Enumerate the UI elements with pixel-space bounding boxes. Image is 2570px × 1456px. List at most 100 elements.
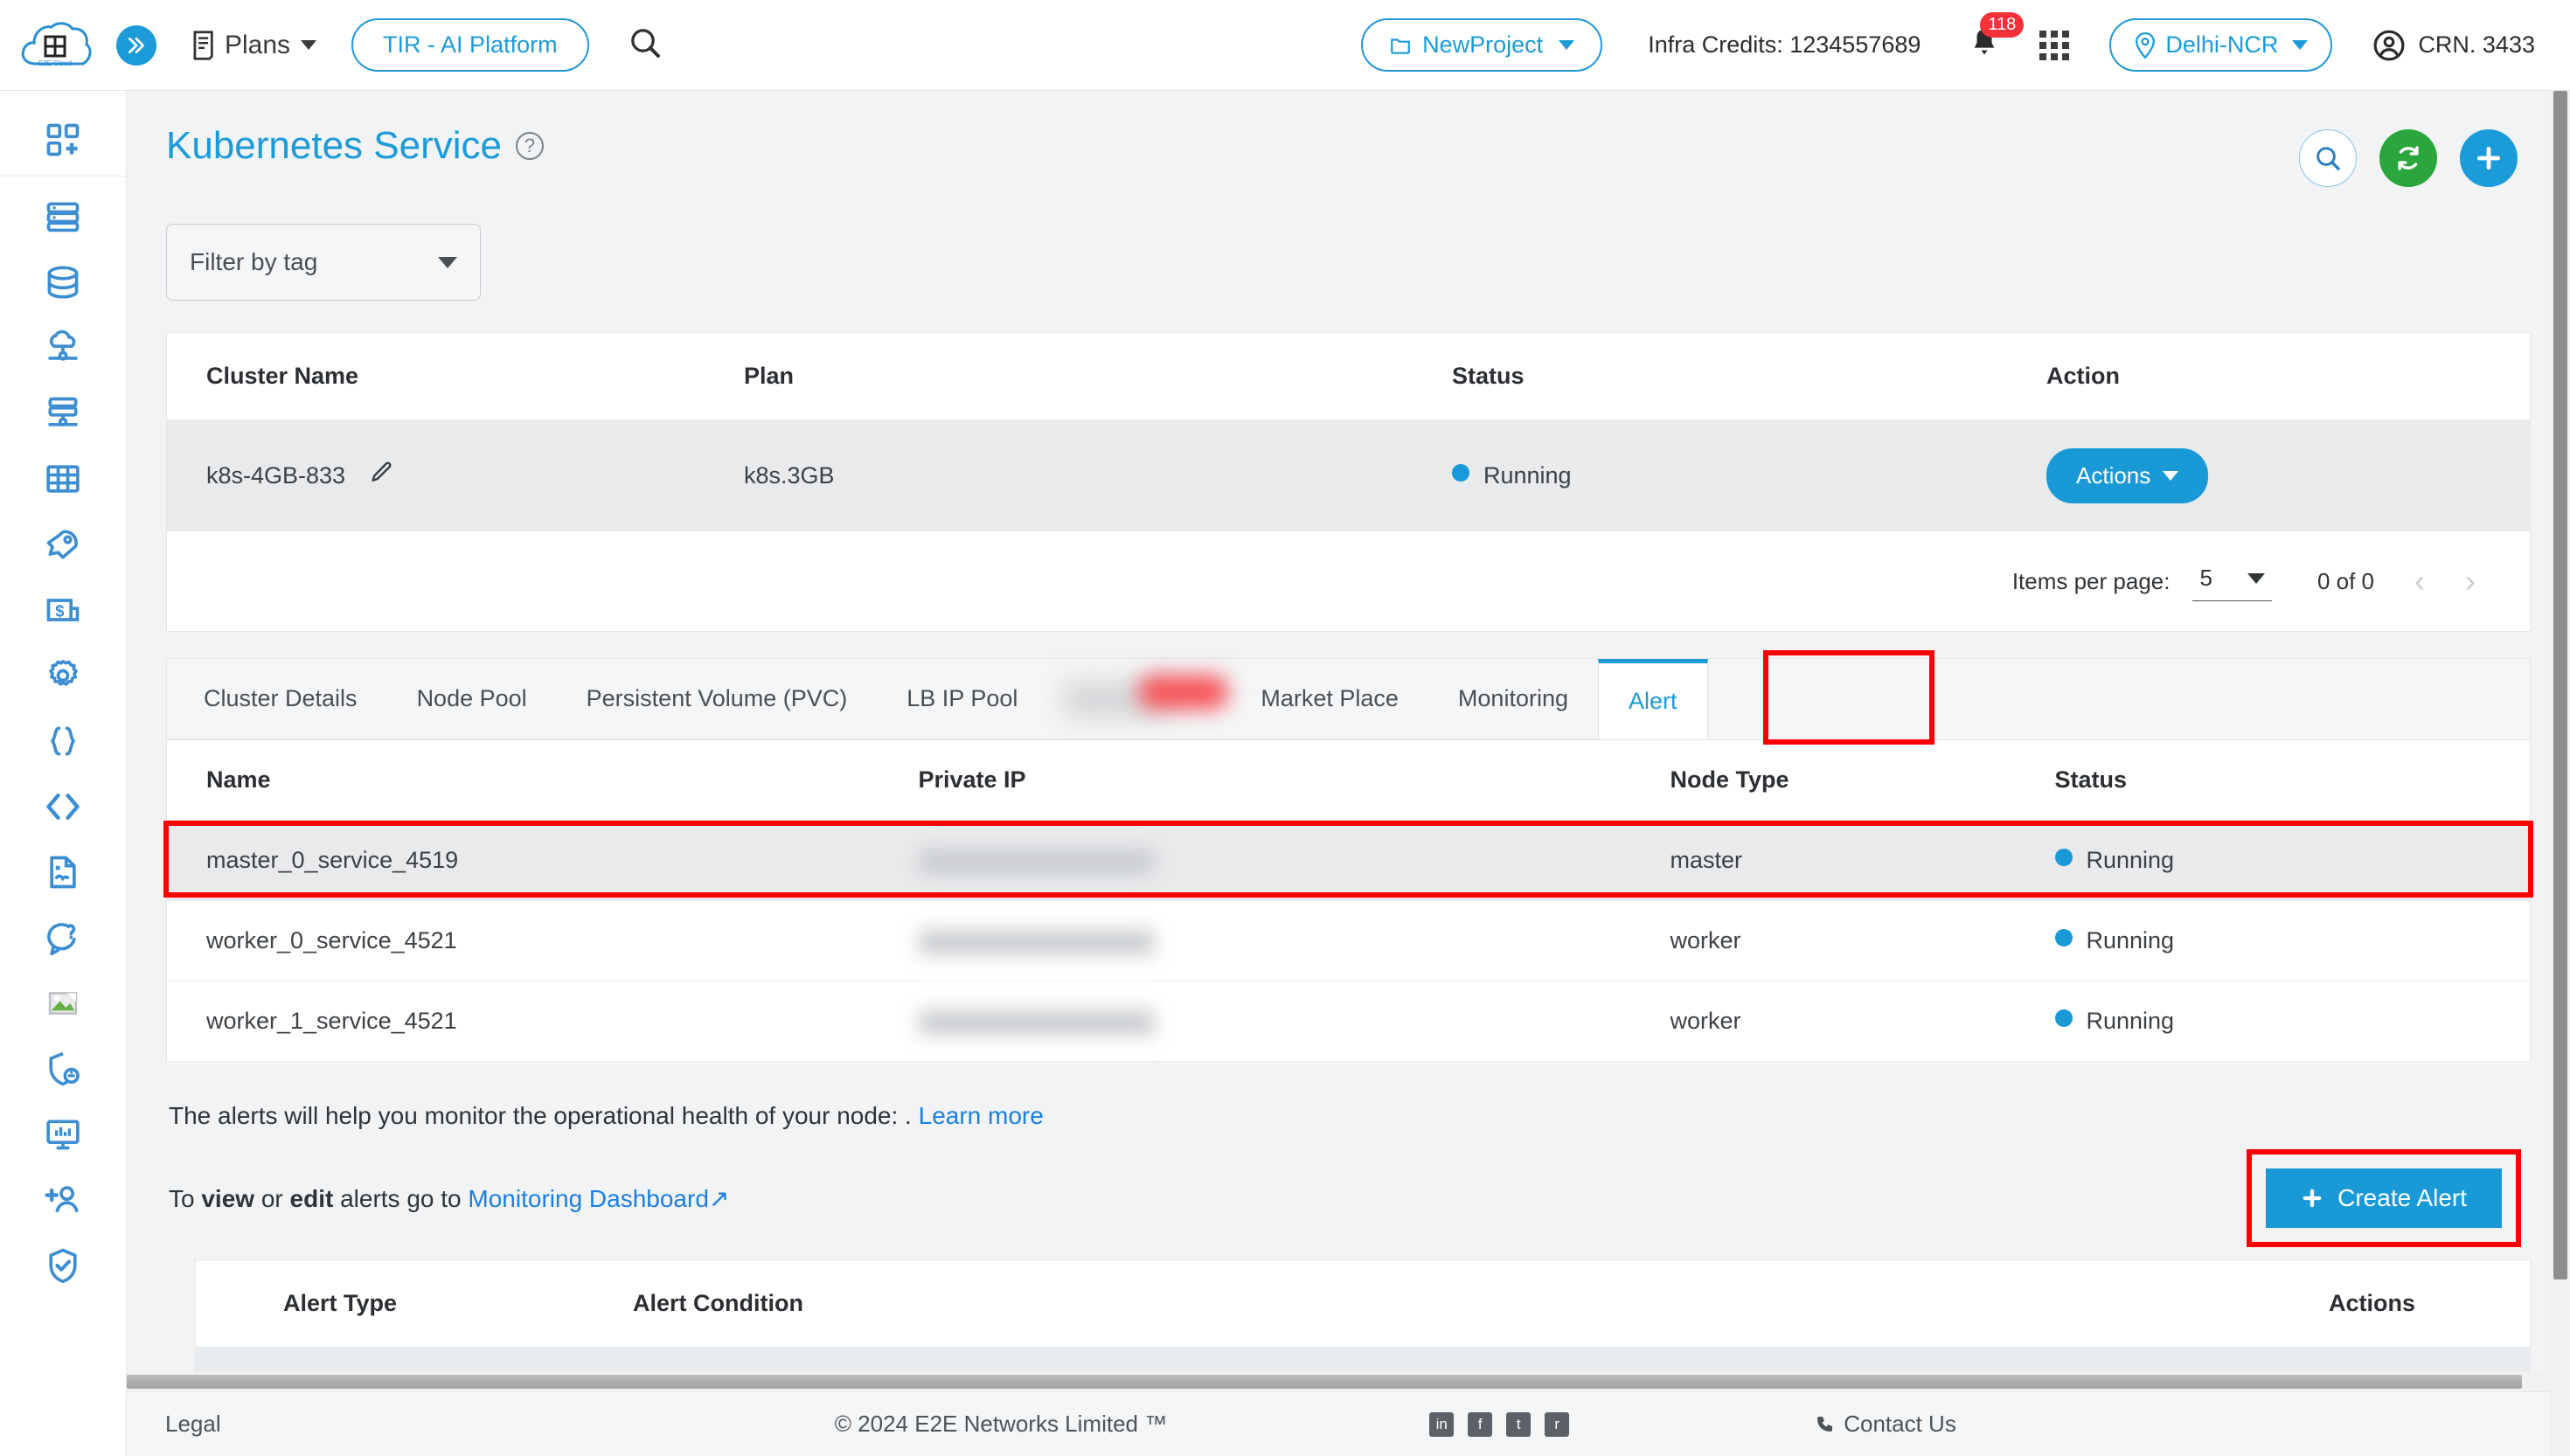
- sidebar-item-monitoring[interactable]: [0, 1101, 127, 1167]
- compute-add-icon: [46, 123, 80, 156]
- tab-cluster-details[interactable]: Cluster Details: [167, 659, 387, 739]
- sidebar-item-billing[interactable]: $: [0, 577, 127, 642]
- facebook-icon[interactable]: f: [1468, 1411, 1493, 1437]
- cluster-table: Cluster Name Plan Status Action k8s-4GB-…: [167, 333, 2530, 531]
- page-search-button[interactable]: [2299, 129, 2357, 187]
- alert-tab-highlight-box: [1763, 650, 1934, 745]
- status-dot-icon: [2054, 929, 2073, 946]
- left-sidebar: $: [0, 91, 127, 1456]
- status-dot-icon: [2054, 849, 2073, 866]
- help-chat-icon: [47, 922, 76, 955]
- legal-link[interactable]: Legal: [165, 1411, 221, 1438]
- region-selector[interactable]: Delhi-NCR: [2109, 18, 2333, 72]
- sidebar-item-security[interactable]: [0, 1232, 127, 1298]
- vertical-scroll-thumb[interactable]: [2553, 91, 2567, 1279]
- sidebar-item-add-user[interactable]: [0, 1167, 127, 1232]
- add-user-icon: [45, 1185, 79, 1212]
- node-type-value: worker: [1670, 900, 2055, 981]
- tab-alert[interactable]: Alert: [1597, 659, 1708, 739]
- node-name-value: master_0_service_4519: [166, 820, 919, 901]
- tab-lb-ip-pool[interactable]: LB IP Pool: [877, 659, 1048, 739]
- prev-page-button[interactable]: ‹: [2414, 563, 2425, 600]
- tir-ai-platform-button[interactable]: TIR - AI Platform: [351, 18, 589, 72]
- cluster-col-name: Cluster Name: [167, 333, 744, 420]
- vertical-scrollbar[interactable]: [2551, 91, 2570, 1456]
- database-icon: [47, 265, 79, 299]
- sidebar-item-compute-add[interactable]: [0, 107, 127, 172]
- pencil-edit-icon[interactable]: [368, 460, 394, 492]
- top-navigation-bar: E2E Cloud Plans TIR - AI Platform NewPro…: [0, 0, 2570, 91]
- alerts-table: Alert Type Alert Condition Actions: [196, 1260, 2530, 1381]
- node-col-name: Name: [166, 740, 919, 821]
- page-title: Kubernetes Service ?: [166, 124, 544, 168]
- items-per-page-select[interactable]: 5: [2192, 561, 2272, 601]
- global-search-button[interactable]: [628, 25, 663, 65]
- sidebar-item-code[interactable]: [0, 773, 127, 839]
- monitor-chart-icon: [46, 1120, 80, 1149]
- tab-monitoring[interactable]: Monitoring: [1427, 659, 1598, 739]
- sidebar-expand-button[interactable]: [116, 24, 156, 66]
- tab-redacted[interactable]: [1047, 659, 1232, 739]
- refresh-button[interactable]: [2379, 129, 2437, 187]
- plans-menu[interactable]: Plans: [190, 30, 317, 61]
- tab-node-pool[interactable]: Node Pool: [386, 659, 557, 739]
- private-ip-blur: [918, 929, 1155, 954]
- filter-by-tag-select[interactable]: Filter by tag: [166, 224, 481, 301]
- table-row[interactable]: worker_1_service_4521 worker Running: [166, 981, 2531, 1062]
- sidebar-divider: [0, 176, 127, 177]
- sidebar-item-settings[interactable]: [0, 642, 127, 708]
- horizontal-scrollbar[interactable]: [127, 1372, 2570, 1391]
- cluster-actions-button[interactable]: Actions: [2046, 448, 2209, 503]
- monitoring-dashboard-link[interactable]: Monitoring Dashboard: [468, 1185, 709, 1212]
- phone-icon: [1817, 1416, 1833, 1432]
- chevron-down-icon: [2247, 572, 2265, 584]
- learn-more-link[interactable]: Learn more: [919, 1102, 1044, 1129]
- create-cluster-button[interactable]: [2460, 129, 2518, 187]
- server-network-icon: [48, 397, 78, 426]
- sidebar-item-help[interactable]: [0, 905, 127, 970]
- page-header-actions: [2299, 124, 2518, 187]
- rss-icon[interactable]: r: [1545, 1411, 1570, 1437]
- sidebar-item-server-network[interactable]: [0, 380, 127, 446]
- twitter-icon[interactable]: t: [1506, 1411, 1532, 1437]
- svg-text:$: $: [55, 601, 64, 620]
- tab-market-place[interactable]: Market Place: [1231, 659, 1428, 739]
- sidebar-item-servers[interactable]: [0, 184, 127, 249]
- redacted-badge-blur: [1138, 675, 1230, 710]
- project-selector[interactable]: NewProject: [1361, 18, 1603, 72]
- sidebar-item-document[interactable]: [0, 839, 127, 905]
- create-alert-button[interactable]: Create Alert: [2266, 1168, 2502, 1228]
- contact-us-link[interactable]: Contact Us: [1814, 1411, 1956, 1438]
- rocket-icon: [46, 530, 78, 558]
- sidebar-item-kubernetes[interactable]: [0, 446, 127, 511]
- sidebar-item-cloud-network[interactable]: [0, 315, 127, 380]
- horizontal-scroll-thumb[interactable]: [127, 1375, 2522, 1389]
- sidebar-item-api[interactable]: [0, 708, 127, 773]
- account-label: CRN. 3433: [2418, 31, 2535, 58]
- sidebar-item-shield-user[interactable]: [0, 1036, 127, 1101]
- cluster-status-value: Running: [1483, 462, 1572, 489]
- next-page-button[interactable]: ›: [2465, 563, 2476, 600]
- pagination-range: 0 of 0: [2316, 567, 2374, 594]
- create-alert-label: Create Alert: [2337, 1184, 2467, 1211]
- table-row[interactable]: k8s-4GB-833 k8s.3GB Running Actions: [167, 419, 2530, 531]
- table-row[interactable]: master_0_service_4519 master Running: [166, 820, 2531, 901]
- sidebar-item-rocket[interactable]: [0, 511, 127, 577]
- notifications-button[interactable]: 118: [1969, 12, 2025, 64]
- help-circle-icon[interactable]: ?: [516, 132, 544, 160]
- sidebar-item-images[interactable]: [0, 970, 127, 1036]
- account-menu[interactable]: CRN. 3433: [2372, 29, 2535, 62]
- tab-label: Market Place: [1261, 685, 1399, 711]
- linkedin-icon[interactable]: in: [1429, 1411, 1455, 1437]
- svg-text:E2E Cloud: E2E Cloud: [38, 59, 71, 67]
- brand-logo[interactable]: E2E Cloud: [0, 18, 109, 73]
- note-bold-view: view: [201, 1184, 255, 1212]
- table-row[interactable]: worker_0_service_4521 worker Running: [166, 900, 2531, 981]
- filter-by-tag-label: Filter by tag: [190, 248, 318, 275]
- cluster-table-card: Cluster Name Plan Status Action k8s-4GB-…: [166, 332, 2531, 632]
- alerts-col-actions: Actions: [2329, 1290, 2416, 1316]
- sidebar-item-database[interactable]: [0, 249, 127, 315]
- apps-grid-button[interactable]: [2039, 30, 2070, 60]
- shield-check-icon: [49, 1248, 77, 1283]
- tab-persistent-volume[interactable]: Persistent Volume (PVC): [556, 659, 878, 739]
